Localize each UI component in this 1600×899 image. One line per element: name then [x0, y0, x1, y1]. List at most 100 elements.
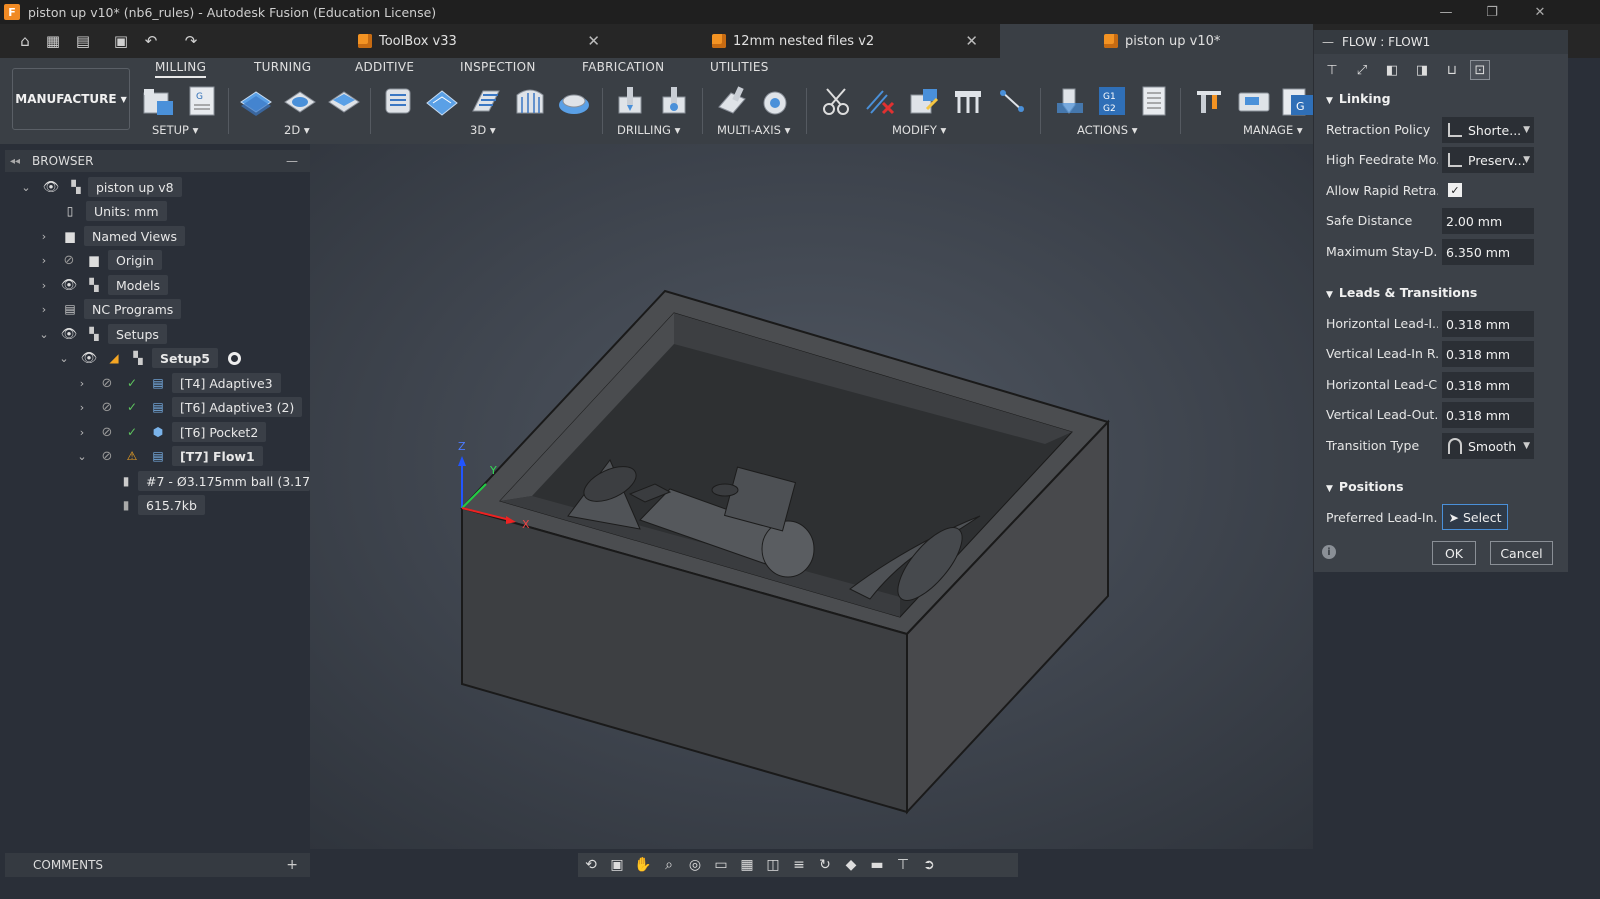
parallel-icon[interactable] [468, 84, 504, 118]
group-drilling[interactable]: DRILLING ▾ [617, 123, 680, 137]
shading-icon[interactable]: ◆ [838, 855, 864, 875]
chevron-right-icon[interactable]: › [76, 426, 88, 439]
edit-toolpath-icon[interactable] [906, 84, 942, 118]
group-actions[interactable]: ACTIONS ▾ [1077, 123, 1138, 137]
positions-section-header[interactable]: ▼ Positions [1326, 479, 1404, 494]
close-window-icon[interactable]: ✕ [1517, 0, 1563, 24]
leads-section-header[interactable]: ▼ Leads & Transitions [1326, 285, 1477, 300]
passes-tab-icon[interactable]: ◨ [1412, 60, 1432, 80]
heights-tab-icon[interactable]: ◧ [1382, 60, 1402, 80]
minimize-icon[interactable]: — [1423, 0, 1469, 24]
collapse-browser-icon[interactable]: ◂◂ [10, 156, 20, 167]
chevron-right-icon[interactable]: › [38, 303, 50, 316]
eye-hidden-icon[interactable]: ⊘ [98, 423, 116, 441]
safe-distance-field[interactable]: 2.00 mm [1442, 208, 1534, 234]
tree-item-units[interactable]: ▯ Units: mm [60, 200, 167, 222]
chevron-right-icon[interactable]: › [76, 377, 88, 390]
setup-sheet-icon[interactable] [1136, 84, 1172, 118]
post-library-icon[interactable]: G [1280, 84, 1316, 118]
tree-item-adaptive3[interactable]: › ⊘ ✓ ▤ [T4] Adaptive3 [76, 372, 281, 394]
bore-icon[interactable] [656, 84, 692, 118]
eye-icon[interactable]: 👁 [42, 178, 60, 196]
look-at-icon[interactable]: ▣ [604, 855, 630, 875]
chevron-right-icon[interactable]: › [38, 254, 50, 267]
eye-hidden-icon[interactable]: ⊘ [98, 398, 116, 416]
ok-button[interactable]: OK [1432, 541, 1476, 565]
tab-utilities[interactable]: UTILITIES [710, 60, 769, 78]
tab-fabrication[interactable]: FABRICATION [582, 60, 664, 78]
multi-axis-contour-icon[interactable] [758, 84, 794, 118]
tree-item-setup5[interactable]: ⌄ 👁 ◢ ▚ Setup5 [58, 347, 241, 369]
display-settings-icon[interactable]: ▭ [708, 855, 734, 875]
chevron-down-icon[interactable]: ⌄ [76, 450, 88, 463]
move-icon[interactable] [994, 84, 1030, 118]
chevron-down-icon[interactable]: ⌄ [38, 328, 50, 341]
tool-library-icon[interactable] [1192, 84, 1228, 118]
simulate-icon[interactable] [1052, 84, 1088, 118]
2d-adaptive-icon[interactable] [238, 84, 274, 118]
minimize-panel-icon[interactable]: — [286, 154, 298, 168]
file-menu-icon[interactable]: ▤ [74, 32, 92, 50]
grid-settings-icon[interactable]: ▦ [734, 855, 760, 875]
vertical-lead-out-field[interactable]: 0.318 mm [1442, 402, 1534, 428]
drill-icon[interactable] [612, 84, 648, 118]
chevron-down-icon[interactable]: ⌄ [58, 352, 70, 365]
tree-item-setups[interactable]: ⌄ 👁 ▚ Setups [38, 323, 167, 345]
tree-item-adaptive3-2[interactable]: › ⊘ ✓ ▤ [T6] Adaptive3 (2) [76, 396, 303, 418]
workspace-switcher[interactable]: MANUFACTURE ▼ [12, 68, 130, 130]
horizontal-lead-in-field[interactable]: 0.318 mm [1442, 311, 1534, 337]
retraction-policy-dropdown[interactable]: Shorte... ▼ [1442, 117, 1534, 143]
tool-tab-icon[interactable]: ⊤ [1322, 60, 1342, 80]
eye-icon[interactable]: 👁 [80, 349, 98, 367]
shaft-holder-tab-icon[interactable]: ⊡ [1470, 60, 1490, 80]
eye-icon[interactable]: 👁 [60, 276, 78, 294]
allow-rapid-retract-checkbox[interactable]: ✓ [1448, 183, 1462, 197]
close-tab-icon[interactable]: ✕ [965, 32, 978, 50]
horizontal-lead-out-field[interactable]: 0.318 mm [1442, 372, 1534, 398]
pan-icon[interactable]: ✋ [630, 855, 656, 875]
redo-icon[interactable]: ↷ [182, 32, 200, 50]
tree-item-tool[interactable]: ▮ #7 - Ø3.175mm ball (3.175... [116, 470, 310, 492]
face-icon[interactable] [326, 84, 362, 118]
simulation-icon[interactable]: ➲ [916, 855, 942, 875]
tab-inspection[interactable]: INSPECTION [460, 60, 536, 78]
zoom-icon[interactable]: ⌕ [656, 855, 682, 875]
add-comment-icon[interactable]: + [286, 857, 298, 873]
group-multi-axis[interactable]: MULTI-AXIS ▾ [717, 123, 790, 137]
linking-section-header[interactable]: ▼ Linking [1326, 91, 1391, 106]
close-tab-icon[interactable]: ✕ [587, 32, 600, 50]
eye-hidden-icon[interactable]: ⊘ [98, 374, 116, 392]
toolpath-display-icon[interactable]: ≡ [786, 855, 812, 875]
tree-item-size[interactable]: ▮ 615.7kb [116, 494, 205, 516]
tab-12mm-nested[interactable]: 12mm nested files v2 ✕ [700, 24, 988, 58]
tab-turning[interactable]: TURNING [254, 60, 311, 78]
tree-item-nc-programs[interactable]: › ▤ NC Programs [38, 298, 182, 320]
3d-pocket-icon[interactable] [424, 84, 460, 118]
tree-item-named-views[interactable]: › ▆ Named Views [38, 225, 185, 247]
undo-icon[interactable]: ↶ [142, 32, 160, 50]
geometry-tab-icon[interactable]: ⤢ [1352, 60, 1372, 80]
trim-icon[interactable] [818, 84, 854, 118]
fit-icon[interactable]: ◎ [682, 855, 708, 875]
tab-toolbox[interactable]: ToolBox v33 ✕ [346, 24, 610, 58]
viewports-icon[interactable]: ◫ [760, 855, 786, 875]
grid-icon[interactable]: ▦ [44, 32, 62, 50]
cancel-button[interactable]: Cancel [1490, 541, 1553, 565]
nc-program-icon[interactable]: G [184, 84, 220, 118]
group-setup[interactable]: SETUP ▾ [152, 123, 198, 137]
tree-item-flow1[interactable]: ⌄ ⊘ ⚠ ▤ [T7] Flow1 [76, 445, 263, 467]
tree-item-models[interactable]: › 👁 ▚ Models [38, 274, 169, 296]
collapse-dialog-icon[interactable]: — [1322, 35, 1334, 49]
max-stay-down-field[interactable]: 6.350 mm [1442, 239, 1534, 265]
vertical-lead-in-field[interactable]: 0.318 mm [1442, 341, 1534, 367]
group-2d[interactable]: 2D ▾ [284, 123, 310, 137]
scallop-icon[interactable] [556, 84, 592, 118]
linking-tab-icon[interactable]: ⊔ [1442, 60, 1462, 80]
eye-icon[interactable]: 👁 [60, 325, 78, 343]
tab-additive[interactable]: ADDITIVE [355, 60, 414, 78]
chevron-right-icon[interactable]: › [38, 279, 50, 292]
info-icon[interactable]: i [1322, 545, 1336, 559]
group-manage[interactable]: MANAGE ▾ [1243, 123, 1303, 137]
contour-icon[interactable] [512, 84, 548, 118]
save-icon[interactable]: ▣ [112, 32, 130, 50]
